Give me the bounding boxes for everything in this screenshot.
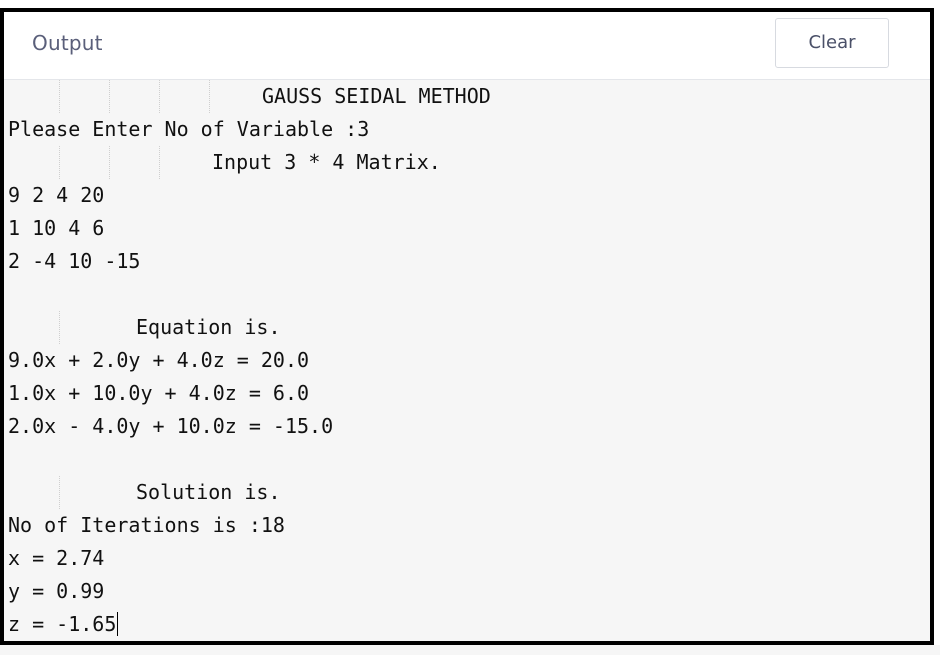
console-line: 2 -4 10 -15 xyxy=(8,249,141,273)
console-line: Equation is. xyxy=(136,315,281,339)
indent-guide xyxy=(59,80,60,113)
bottom-strip xyxy=(0,645,940,655)
indent-guide xyxy=(109,80,110,113)
console-output[interactable]: GAUSS SEIDAL METHOD Please Enter No of V… xyxy=(4,80,930,641)
console-line: 1 10 4 6 xyxy=(8,216,105,240)
console-line: 1.0x + 10.0y + 4.0z = 6.0 xyxy=(8,381,310,405)
indent-guide xyxy=(59,476,60,509)
console-line: Please Enter No of Variable :3 xyxy=(8,117,370,141)
output-panel: Output Clear GAUSS SEIDAL METHOD Please … xyxy=(0,8,934,645)
indent-guide xyxy=(159,146,160,179)
console-line-last: z = -1.65 xyxy=(8,608,119,641)
indent-guide xyxy=(159,80,160,113)
console-line: x = 2.74 xyxy=(8,546,105,570)
output-title: Output xyxy=(32,31,103,55)
console-line: GAUSS SEIDAL METHOD xyxy=(262,84,491,108)
console-line: y = 0.99 xyxy=(8,579,105,603)
text-cursor xyxy=(117,612,119,636)
output-header: Output Clear xyxy=(4,12,930,80)
console-line: z = -1.65 xyxy=(8,612,117,636)
console-line: No of Iterations is :18 xyxy=(8,513,285,537)
clear-button[interactable]: Clear xyxy=(775,18,889,68)
console-line: 9.0x + 2.0y + 4.0z = 20.0 xyxy=(8,348,310,372)
console-line: Solution is. xyxy=(136,480,281,504)
indent-guide xyxy=(209,80,210,113)
console-line: 9 2 4 20 xyxy=(8,183,105,207)
indent-guide xyxy=(109,146,110,179)
console-line: Input 3 * 4 Matrix. xyxy=(212,150,441,174)
indent-guide xyxy=(59,311,60,344)
indent-guide xyxy=(59,146,60,179)
console-line: 2.0x - 4.0y + 10.0z = -15.0 xyxy=(8,414,334,438)
